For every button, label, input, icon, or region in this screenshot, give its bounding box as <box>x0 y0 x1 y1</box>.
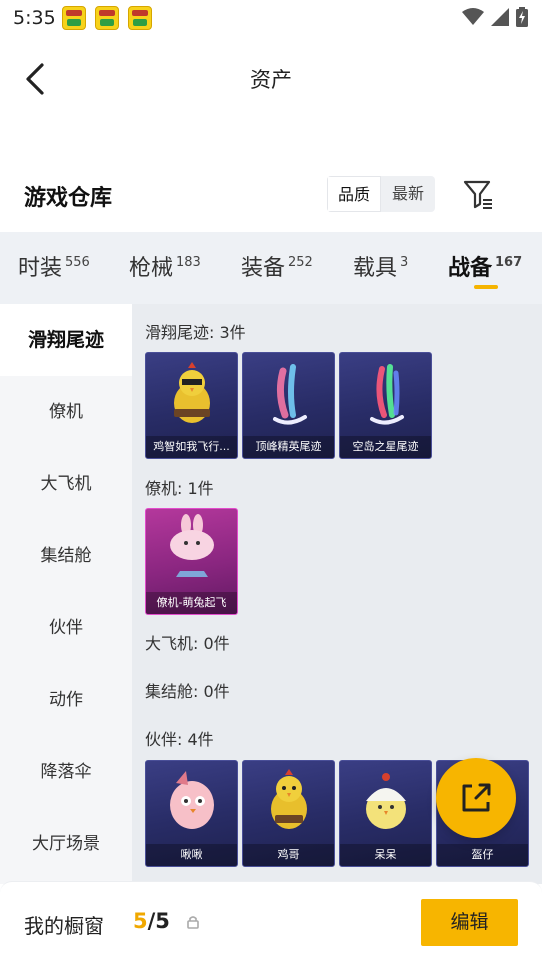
category-sidebar: 滑翔尾迹 僚机 大飞机 集结舱 伙伴 动作 降落伞 大厅场景 <box>0 304 132 884</box>
sidebar-item-glide-trail[interactable]: 滑翔尾迹 <box>0 304 132 376</box>
asset-screen: 5:35 资产 游戏仓库 品质 最新 时装 556 枪械 183 装备 252 载具 3… <box>0 0 542 964</box>
item-name: 啾啾 <box>146 844 237 866</box>
sidebar-item-wingman[interactable]: 僚机 <box>0 376 132 448</box>
sidebar-item-lobby-scene[interactable]: 大厅场景 <box>0 808 132 880</box>
section-title: 游戏仓库 <box>24 186 113 211</box>
share-button[interactable] <box>436 758 516 838</box>
status-time: 5:35 <box>13 7 56 29</box>
notification-icon <box>128 6 152 30</box>
tab-vehicles[interactable]: 载具 3 <box>353 250 408 282</box>
group-label-companion: 伙伴: 4件 <box>145 730 214 749</box>
sidebar-item-parachute[interactable]: 降落伞 <box>0 736 132 808</box>
item-card[interactable]: 啾啾 <box>145 760 238 867</box>
signal-icon <box>491 8 509 26</box>
lock-icon <box>187 916 199 929</box>
category-tabs: 时装 556 枪械 183 装备 252 载具 3 战备 167 <box>0 232 542 304</box>
item-name: 鸡哥 <box>243 844 334 866</box>
group-label-big-plane: 大飞机: 0件 <box>145 634 230 653</box>
active-tab-indicator <box>474 285 498 289</box>
notification-icon <box>62 6 86 30</box>
trail-thumbnail <box>370 364 404 425</box>
trail-thumbnail <box>273 364 307 425</box>
sort-by-newest[interactable]: 最新 <box>381 176 435 212</box>
item-card[interactable]: 空岛之星尾迹 <box>339 352 432 459</box>
sidebar-item-big-plane[interactable]: 大飞机 <box>0 448 132 520</box>
tab-equipment[interactable]: 装备 252 <box>241 250 313 282</box>
sort-by-quality[interactable]: 品质 <box>327 176 381 212</box>
item-card[interactable]: 顶峰精英尾迹 <box>242 352 335 459</box>
companion-thumbnail <box>170 771 214 829</box>
item-card[interactable]: 僚机-萌兔起飞 <box>145 508 238 615</box>
item-name: 盔仔 <box>437 844 528 866</box>
battery-icon <box>516 7 528 27</box>
showcase-bar: 我的橱窗 5/5 编辑 <box>0 881 542 964</box>
item-name: 空岛之星尾迹 <box>340 436 431 458</box>
wifi-icon <box>462 8 484 25</box>
tab-fashion[interactable]: 时装 556 <box>18 250 90 282</box>
tab-battle-prep[interactable]: 战备 167 <box>448 250 522 282</box>
notification-icon <box>95 6 119 30</box>
status-bar: 5:35 <box>0 0 542 36</box>
tab-guns[interactable]: 枪械 183 <box>129 250 201 282</box>
showcase-count: 5/5 <box>133 909 170 933</box>
companion-thumbnail <box>271 769 307 829</box>
filter-icon[interactable] <box>462 178 494 210</box>
item-name: 顶峰精英尾迹 <box>243 436 334 458</box>
group-label-assembly-pod: 集结舱: 0件 <box>145 682 230 701</box>
sidebar-item-companion[interactable]: 伙伴 <box>0 592 132 664</box>
item-card[interactable]: 鸡哥 <box>242 760 335 867</box>
showcase-label: 我的橱窗 <box>24 914 104 938</box>
item-name: 鸡智如我飞行... <box>146 436 237 458</box>
sidebar-item-emote[interactable]: 动作 <box>0 664 132 736</box>
share-icon <box>462 783 491 812</box>
bunny-plane-thumbnail <box>170 514 214 577</box>
sidebar-item-assembly-pod[interactable]: 集结舱 <box>0 520 132 592</box>
companion-thumbnail <box>366 773 406 829</box>
group-label-wingman: 僚机: 1件 <box>145 479 214 498</box>
item-name: 呆呆 <box>340 844 431 866</box>
item-card[interactable]: 呆呆 <box>339 760 432 867</box>
page-title: 资产 <box>250 68 292 92</box>
item-name: 僚机-萌兔起飞 <box>146 592 237 614</box>
group-label-glide-trail: 滑翔尾迹: 3件 <box>145 323 246 342</box>
edit-button[interactable]: 编辑 <box>421 899 518 946</box>
chicken-thumbnail <box>174 362 210 423</box>
item-card[interactable]: 鸡智如我飞行... <box>145 352 238 459</box>
sort-toggle: 品质 最新 <box>327 176 435 212</box>
